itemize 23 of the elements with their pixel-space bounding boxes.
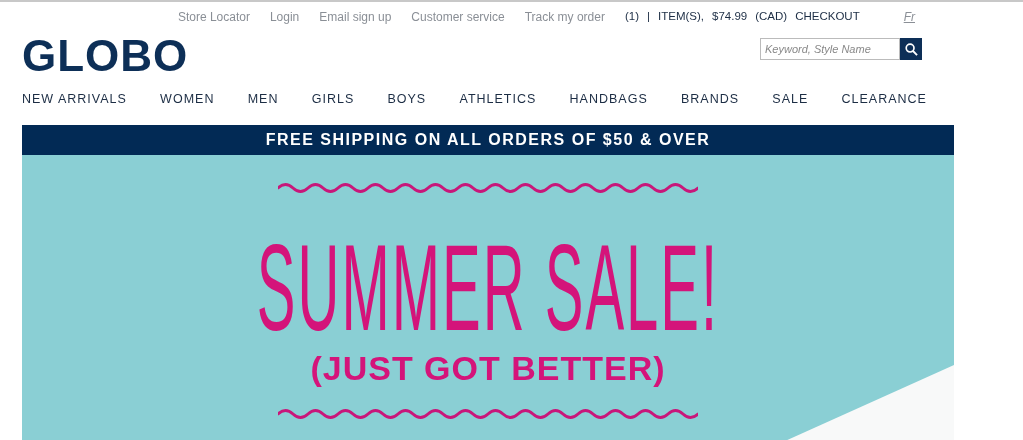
nav-link[interactable]: GIRLS <box>311 90 355 109</box>
search-button[interactable] <box>900 38 922 60</box>
hero-headline: SUMMER SALE! <box>256 226 720 349</box>
cart-currency: (CAD) <box>755 9 788 25</box>
search-field[interactable]: Keyword, Style Name <box>760 38 900 60</box>
nav-link[interactable]: BRANDS <box>680 90 740 109</box>
cart-separator: | <box>647 9 650 25</box>
search-icon <box>904 42 918 56</box>
nav-link[interactable]: MEN <box>247 90 279 109</box>
nav-link[interactable]: HANDBAGS <box>569 90 648 109</box>
nav-link[interactable]: NEW ARRIVALS <box>22 90 127 109</box>
cart-total: $74.99 <box>712 9 748 25</box>
hero-subheadline: (JUST GOT BETTER) <box>310 350 666 385</box>
cart-count: (1) <box>624 9 639 25</box>
nav-link[interactable]: ATHLETICS <box>459 90 537 109</box>
checkout-link[interactable]: CHECKOUT <box>795 8 860 26</box>
cart-items-label: ITEM(S), <box>658 9 704 25</box>
nav-link[interactable]: WOMEN <box>160 90 215 109</box>
promo-strip: FREE SHIPPING ON ALL ORDERS OF $50 & OVER <box>22 124 954 155</box>
nav-link[interactable]: BOYS <box>387 90 427 109</box>
nav-link[interactable]: SALE <box>772 90 809 109</box>
nav-link[interactable]: CLEARANCE <box>841 90 927 109</box>
logo[interactable]: GLOBO <box>22 34 189 78</box>
